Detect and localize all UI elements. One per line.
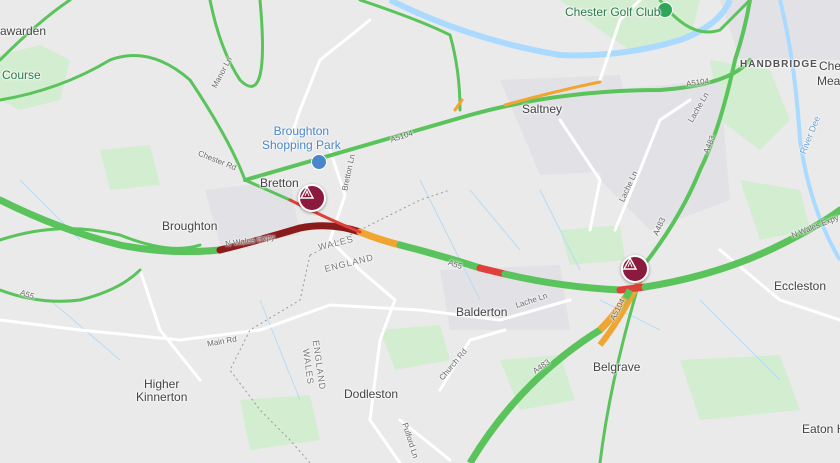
place-chester-partial: Che: [819, 59, 840, 73]
place-broughton-shopping-park[interactable]: Broughton Shopping Park: [262, 124, 341, 152]
place-balderton: Balderton: [456, 305, 508, 319]
shopping-park-pin[interactable]: [311, 154, 327, 170]
place-chester-golf-club[interactable]: Chester Golf Club: [565, 5, 660, 19]
place-mea-partial: Mea: [817, 74, 840, 88]
place-course: Course: [2, 68, 41, 82]
place-eccleston: Eccleston: [774, 279, 827, 293]
map-canvas: [0, 0, 840, 463]
place-higher-kinnerton: Higher Kinnerton: [136, 377, 188, 404]
place-eaton: Eaton H: [802, 422, 840, 436]
place-dodleston: Dodleston: [344, 387, 399, 401]
place-saltney: Saltney: [522, 102, 563, 116]
green-areas: [0, 0, 810, 450]
road-closure-icon: [623, 257, 637, 270]
incident-marker-bretton[interactable]: [298, 184, 326, 212]
place-handbridge: HANDBRIDGE: [740, 59, 818, 70]
road-closure-icon: [300, 186, 314, 199]
a55-expressway: [0, 196, 840, 294]
place-broughton: Broughton: [162, 219, 218, 233]
place-hawarden: awarden: [0, 24, 47, 38]
traffic-map[interactable]: awarden Course Chester Golf Club HANDBRI…: [0, 0, 840, 463]
incident-marker-a483[interactable]: [621, 255, 649, 283]
place-belgrave: Belgrave: [593, 360, 641, 374]
place-bretton: Bretton: [260, 176, 299, 190]
